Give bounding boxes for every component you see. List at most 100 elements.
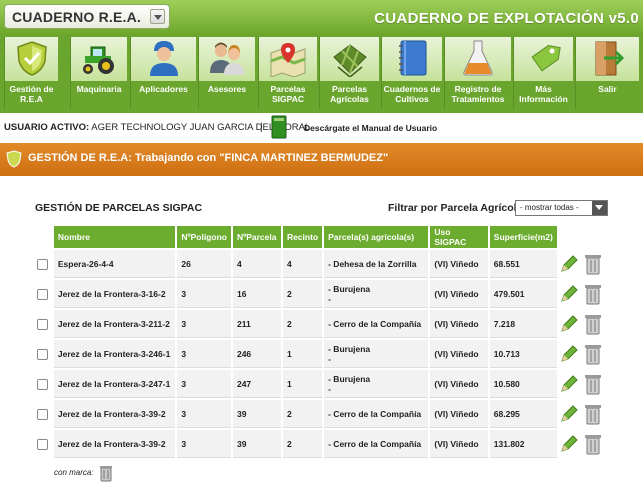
edit-pencil-icon[interactable] xyxy=(559,344,579,364)
row-actions xyxy=(559,310,610,338)
worker-icon xyxy=(149,41,178,76)
separator: | xyxy=(260,122,263,133)
flask-icon xyxy=(463,40,493,76)
cell-uso: (VI) Viñedo xyxy=(430,280,488,308)
parcels-table: Nombre NºPolígono NºParcela Recinto Parc… xyxy=(30,224,612,460)
cell-superficie: 131.802 xyxy=(489,430,557,458)
row-select-cell xyxy=(32,400,52,428)
top-bar: CUADERNO R.E.A. CUADERNO DE EXPLOTACIÓN … xyxy=(0,0,643,35)
trash-icon[interactable] xyxy=(583,343,603,365)
row-checkbox[interactable] xyxy=(37,378,48,390)
cell-recinto: 1 xyxy=(282,340,323,368)
cell-recinto: 4 xyxy=(282,250,323,278)
cell-superficie: 10.580 xyxy=(489,370,557,398)
agricola-parcel-line: - xyxy=(328,293,331,304)
row-select-cell xyxy=(32,430,52,458)
cell-agricola: - Dehesa de la Zorrilla xyxy=(324,250,429,278)
row-actions xyxy=(559,250,610,278)
edit-pencil-icon[interactable] xyxy=(559,404,579,424)
edit-pencil-icon[interactable] xyxy=(559,374,579,394)
cell-agricola: - Cerro de la Compañía xyxy=(324,430,429,458)
edit-pencil-icon[interactable] xyxy=(559,284,579,304)
nav-label: Registro de Tratamientos xyxy=(451,84,505,104)
edit-pencil-icon[interactable] xyxy=(559,254,579,274)
cell-superficie: 68.295 xyxy=(489,400,557,428)
nav-item-mas-informacion[interactable]: Más Información xyxy=(513,37,573,109)
nav-item-asesores[interactable]: Asesores xyxy=(198,37,255,109)
agricola-parcel-line: - Burujena xyxy=(328,343,371,354)
trash-icon[interactable] xyxy=(583,253,603,275)
filter-select[interactable]: - mostrar todas - xyxy=(515,200,608,216)
cell-parcela: 211 xyxy=(232,310,281,338)
nav-item-parcelas-agricolas[interactable]: Parcelas Agrícolas xyxy=(319,37,379,109)
cell-recinto: 2 xyxy=(282,400,323,428)
row-checkbox[interactable] xyxy=(37,408,48,420)
manual-book-icon[interactable] xyxy=(271,115,287,139)
row-select-cell xyxy=(32,340,52,368)
chevron-down-icon[interactable] xyxy=(150,9,165,24)
nav-item-parcelas-sigpac[interactable]: Parcelas SIGPAC xyxy=(258,37,317,109)
cell-recinto: 2 xyxy=(282,430,323,458)
edit-pencil-icon[interactable] xyxy=(559,314,579,334)
table-row: Jerez de la Frontera-3-39-2 3 39 2 - Cerro d… xyxy=(32,430,610,458)
nav-item-maquinaria[interactable]: Maquinaria xyxy=(70,37,127,109)
shield-icon xyxy=(16,41,47,76)
edit-pencil-icon[interactable] xyxy=(559,434,579,454)
cell-parcela: 246 xyxy=(232,340,281,368)
cell-nombre: Jerez de la Frontera-3-16-2 xyxy=(53,280,176,308)
exit-door-icon xyxy=(595,41,624,76)
cell-uso: (VI) Viñedo xyxy=(430,340,488,368)
row-checkbox[interactable] xyxy=(37,348,48,360)
trash-icon[interactable] xyxy=(98,464,114,482)
row-checkbox[interactable] xyxy=(37,288,48,300)
row-checkbox[interactable] xyxy=(37,258,48,270)
nav-label: Más Información xyxy=(519,84,568,104)
row-checkbox[interactable] xyxy=(37,318,48,330)
trash-icon[interactable] xyxy=(583,373,603,395)
cell-uso: (VI) Viñedo xyxy=(430,310,488,338)
cell-recinto: 2 xyxy=(282,280,323,308)
nav-item-gestion-rea[interactable]: Gestión de R.E.A xyxy=(4,37,58,109)
trash-icon[interactable] xyxy=(583,313,603,335)
trash-icon[interactable] xyxy=(583,433,603,455)
cell-parcela: 247 xyxy=(232,370,281,398)
cell-uso: (VI) Viñedo xyxy=(430,430,488,458)
table-header-row: Nombre NºPolígono NºParcela Recinto Parc… xyxy=(32,226,610,248)
chevron-down-icon[interactable] xyxy=(592,201,607,215)
marked-label: con marca: xyxy=(54,468,94,477)
row-actions xyxy=(559,340,610,368)
manual-download-link[interactable]: Descárgate el Manual de Usuario xyxy=(304,123,437,133)
table-row: Espera-26-4-4 26 4 4- Dehesa de la Zorrilla… xyxy=(32,250,610,278)
cell-poligono: 26 xyxy=(177,250,231,278)
filter-label: Filtrar por Parcela Agrícola: xyxy=(388,202,526,214)
module-selector[interactable]: CUADERNO R.E.A. xyxy=(4,4,170,29)
active-user-prefix: USUARIO ACTIVO: xyxy=(4,122,90,133)
row-checkbox[interactable] xyxy=(37,438,48,450)
column-header-recinto: Recinto xyxy=(282,226,323,248)
nav-label: Parcelas SIGPAC xyxy=(270,84,306,104)
cell-superficie: 68.551 xyxy=(489,250,557,278)
cell-poligono: 3 xyxy=(177,430,231,458)
agricola-parcel-line: - Burujena xyxy=(328,283,371,294)
trash-icon[interactable] xyxy=(583,283,603,305)
context-banner: GESTIÓN DE R.E.A: Trabajando con "FINCA … xyxy=(0,143,643,176)
agricola-parcel-line: - Dehesa de la Zorrilla xyxy=(328,258,417,269)
cell-nombre: Jerez de la Frontera-3-211-2 xyxy=(53,310,176,338)
app-title: CUADERNO DE EXPLOTACIÓN v5.0 xyxy=(374,10,639,27)
user-bar: USUARIO ACTIVO: AGER TECHNOLOGY JUAN GAR… xyxy=(0,113,643,143)
nav-item-aplicadores[interactable]: Aplicadores xyxy=(130,37,196,109)
cell-poligono: 3 xyxy=(177,400,231,428)
cell-agricola: - Cerro de la Compañía xyxy=(324,400,429,428)
section-title: GESTIÓN DE PARCELAS SIGPAC xyxy=(35,202,203,214)
row-select-cell xyxy=(32,310,52,338)
trash-icon[interactable] xyxy=(583,403,603,425)
nav-item-salir[interactable]: Salir xyxy=(575,37,639,109)
nav-item-registro-tratamientos[interactable]: Registro de Tratamientos xyxy=(444,37,511,109)
agricola-parcel-line: - xyxy=(328,353,331,364)
cell-poligono: 3 xyxy=(177,370,231,398)
main-nav: Gestión de R.E.A Maquinaria Aplicadores … xyxy=(0,35,643,113)
row-actions xyxy=(559,400,610,428)
table-row: Jerez de la Frontera-3-16-2 3 16 2- Burujen… xyxy=(32,280,610,308)
nav-label: Maquinaria xyxy=(76,84,122,94)
nav-item-cuadernos-cultivos[interactable]: Cuadernos de Cultivos xyxy=(381,37,442,109)
